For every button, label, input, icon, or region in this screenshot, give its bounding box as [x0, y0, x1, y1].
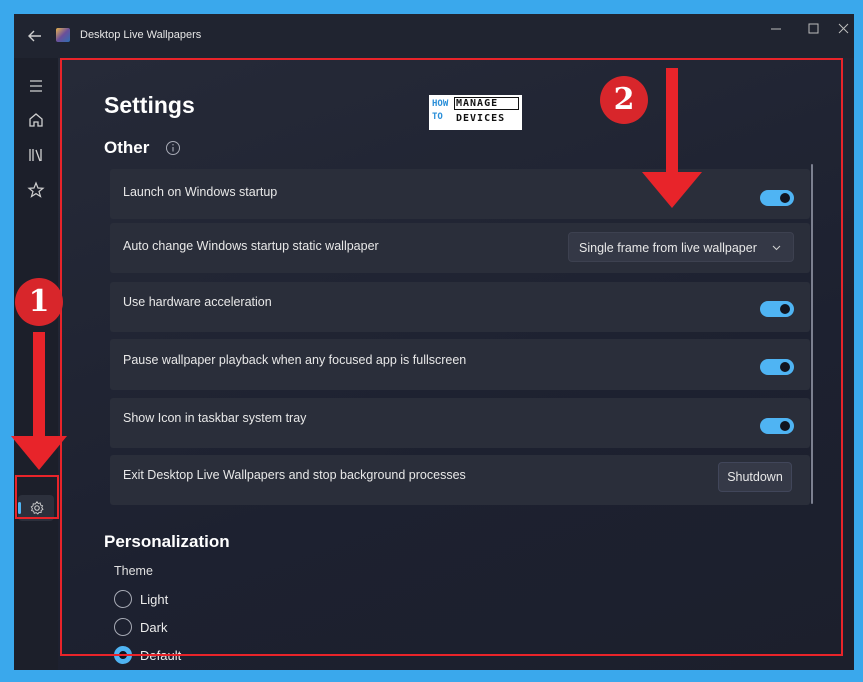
annotation-marker-1: 1	[15, 278, 63, 326]
window-title: Desktop Live Wallpapers	[80, 29, 202, 41]
annotation-marker-2: 2	[600, 76, 648, 124]
annotation-box-content	[60, 58, 843, 656]
close-icon[interactable]	[834, 18, 854, 40]
hamburger-icon[interactable]	[26, 76, 46, 96]
annotation-arrow-down-icon	[11, 332, 67, 470]
app-logo-icon	[56, 28, 70, 42]
library-icon[interactable]	[26, 145, 46, 165]
annotation-box-settings	[15, 475, 59, 519]
star-icon[interactable]	[26, 180, 46, 200]
back-arrow-icon[interactable]	[26, 27, 44, 45]
maximize-icon[interactable]	[796, 18, 832, 40]
minimize-icon[interactable]	[758, 18, 794, 40]
title-bar: Desktop Live Wallpapers	[14, 14, 854, 58]
annotation-arrow-down-icon	[642, 68, 702, 208]
home-icon[interactable]	[26, 110, 46, 130]
